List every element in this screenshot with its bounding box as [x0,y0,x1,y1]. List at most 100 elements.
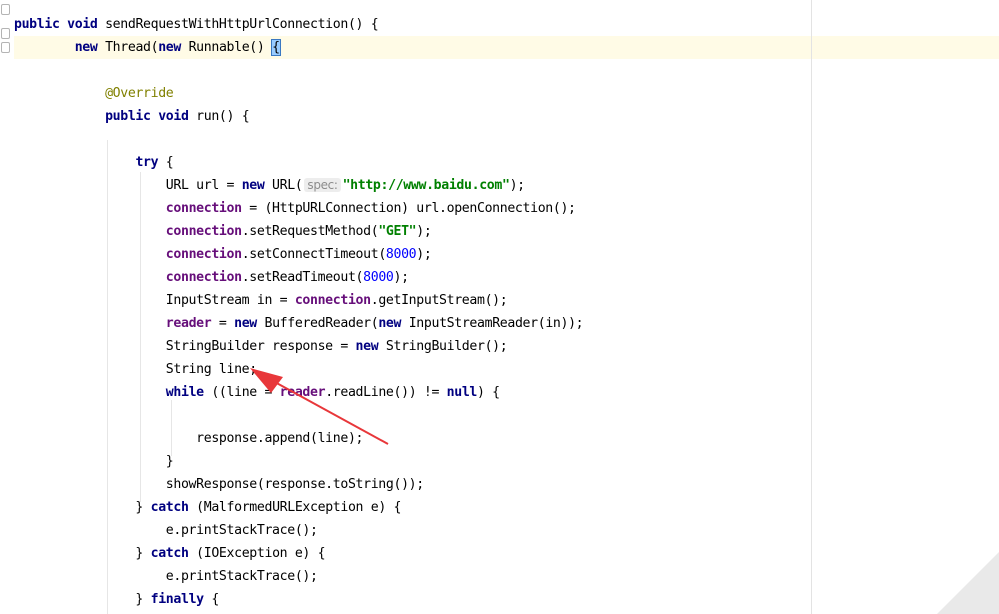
code-token: .setReadTimeout( [241,270,364,285]
code-line[interactable]: e.printStackTrace(); [14,565,318,588]
code-token: new [74,40,98,55]
code-line[interactable]: connection = (HttpURLConnection) url.ope… [14,197,576,220]
code-token: run() { [188,109,250,124]
fold-marker-icon[interactable] [1,28,10,39]
code-token: "GET" [378,224,417,239]
code-token: .setConnectTimeout( [241,247,387,262]
code-token: BufferedReader( [256,316,379,331]
code-token: while [165,385,204,400]
code-token: String line; [14,362,257,377]
code-token: (IOException e) { [188,546,326,561]
code-line[interactable]: public void run() { [14,105,250,128]
editor-gutter [0,0,14,614]
code-line[interactable]: StringBuilder response = new StringBuild… [14,335,508,358]
code-token: Runnable() [181,40,273,55]
code-token: ); [416,224,432,239]
code-token: .setRequestMethod( [241,224,379,239]
code-token: = (HttpURLConnection) url.openConnection… [241,201,576,216]
code-token: .getInputStream(); [370,293,508,308]
code-token: new [158,40,181,55]
code-token: (MalformedURLException e) { [188,500,402,515]
code-token: new [378,316,402,331]
code-token: void [158,109,189,124]
code-line[interactable]: showResponse(response.toString()); [14,473,424,496]
code-token: } [14,592,151,607]
code-token: connection [165,224,242,239]
code-line[interactable]: String line; [14,358,257,381]
code-line[interactable]: connection.setReadTimeout(8000); [14,266,409,289]
code-line[interactable]: } [14,450,174,473]
page-corner [937,552,999,614]
code-token: } [14,454,174,469]
parameter-hint: spec: [304,178,341,192]
code-token: catch [150,500,189,515]
code-line[interactable]: while ((line = reader.readLine()) != nul… [14,381,500,404]
code-token: new [355,339,379,354]
code-token: { [203,592,219,607]
code-line[interactable]: InputStream in = connection.getInputStre… [14,289,508,312]
code-token: reader [279,385,326,400]
code-token: catch [150,546,189,561]
code-token: Thread( [97,40,159,55]
code-token: connection [165,247,242,262]
code-token: new [234,316,257,331]
code-line[interactable]: @Override [14,82,174,105]
code-token: connection [165,201,242,216]
code-token: void [67,17,98,32]
code-token: new [241,178,265,193]
code-line[interactable]: response.append(line); [14,427,363,450]
code-token: { [271,39,281,56]
code-token: ); [509,178,526,193]
code-line[interactable]: reader = new BufferedReader(new InputStr… [14,312,584,335]
code-token: e.printStackTrace(); [14,523,318,538]
code-token: } [14,500,151,515]
code-token: @Override [105,86,174,101]
code-token: } [14,546,151,561]
code-line[interactable]: URL url = new URL(spec: "http://www.baidu… [14,174,525,197]
code-token: InputStream in = [14,293,295,308]
code-token: StringBuilder response = [14,339,356,354]
code-line[interactable]: e.printStackTrace(); [14,519,318,542]
code-token: "http://www.baidu.com" [342,178,510,193]
code-token: e.printStackTrace(); [14,569,318,584]
code-token: ); [416,247,432,262]
code-token: connection [294,293,371,308]
code-token: null [446,385,478,400]
code-token: 8000 [385,247,417,262]
fold-marker-icon[interactable] [1,4,10,15]
code-token: connection [165,270,242,285]
code-token: ) { [477,385,500,400]
code-line[interactable]: } finally { [14,588,219,611]
right-margin-guide [811,0,812,614]
code-token: reader [165,316,212,331]
code-token: InputStreamReader(in)); [401,316,584,331]
code-token: StringBuilder(); [378,339,508,354]
code-token: response.append(line); [14,431,364,446]
code-token: ); [393,270,410,285]
code-line[interactable]: } catch (MalformedURLException e) { [14,496,401,519]
code-line[interactable]: try { [14,151,173,174]
code-token: 8000 [363,270,394,285]
code-line[interactable]: new Thread(new Runnable() { [14,36,281,59]
code-token: URL url = [14,178,242,193]
code-line[interactable]: connection.setConnectTimeout(8000); [14,243,432,266]
code-token: public [14,17,60,32]
code-token: public [105,109,151,124]
code-token: URL( [264,178,303,193]
code-line[interactable]: } catch (IOException e) { [14,542,325,565]
code-editor[interactable]: public void sendRequestWithHttpUrlConnec… [0,0,999,614]
code-token: = [211,316,235,331]
code-line[interactable]: public void sendRequestWithHttpUrlConnec… [14,13,379,36]
fold-marker-icon[interactable] [1,42,10,53]
code-line[interactable]: connection.setRequestMethod("GET"); [14,220,432,243]
